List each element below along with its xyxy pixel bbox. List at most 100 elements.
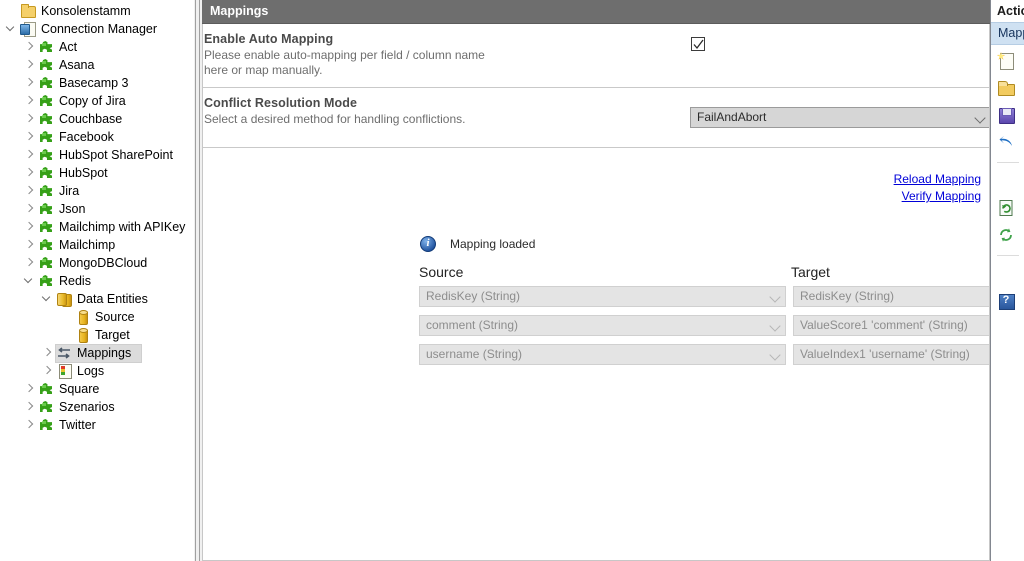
action-new-document[interactable]	[991, 48, 1024, 75]
chevron-right-icon[interactable]	[22, 56, 37, 74]
auto-mapping-description: Please enable auto-mapping per field / c…	[204, 48, 990, 78]
tree-item-redis[interactable]: Redis	[0, 272, 194, 290]
connector-plug-icon	[38, 183, 55, 199]
tree-item-content[interactable]: Logs	[55, 363, 115, 380]
tree-item-content[interactable]: Mappings	[55, 344, 142, 363]
tree-item-target[interactable]: Target	[0, 326, 194, 344]
tree-item-konsolenstamm[interactable]: Konsolenstamm	[0, 2, 194, 20]
action-reload-circular[interactable]	[991, 222, 1024, 249]
tree-expander-placeholder	[58, 326, 73, 344]
action-refresh-document[interactable]	[991, 195, 1024, 222]
chevron-right-icon[interactable]	[22, 92, 37, 110]
tree-item-hubspot-sharepoint[interactable]: HubSpot SharePoint	[0, 146, 194, 164]
tree-item-source[interactable]: Source	[0, 308, 194, 326]
chevron-right-icon[interactable]	[22, 164, 37, 182]
source-field-dropdown[interactable]: RedisKey (String)	[419, 286, 786, 307]
tree-item-content[interactable]: HubSpot	[37, 165, 119, 182]
tree-item-content[interactable]: Asana	[37, 57, 105, 74]
action-save-disk[interactable]	[991, 102, 1024, 129]
tree-item-content[interactable]: Copy of Jira	[37, 93, 137, 110]
tree-item-content[interactable]: Basecamp 3	[37, 75, 139, 92]
tree-item-copy-of-jira[interactable]: Copy of Jira	[0, 92, 194, 110]
chevron-right-icon[interactable]	[22, 182, 37, 200]
tree-item-mongodbcloud[interactable]: MongoDBCloud	[0, 254, 194, 272]
tree-item-content[interactable]: Json	[37, 201, 96, 218]
auto-mapping-title: Enable Auto Mapping	[204, 32, 990, 46]
action-help-question[interactable]	[991, 288, 1024, 315]
target-field-dropdown[interactable]: RedisKey (String)	[793, 286, 990, 307]
panel-splitter[interactable]	[194, 0, 202, 561]
chevron-right-icon[interactable]	[22, 236, 37, 254]
chevron-right-icon[interactable]	[22, 200, 37, 218]
section-conflict-resolution: Conflict Resolution Mode Select a desire…	[202, 88, 990, 148]
tree-item-content[interactable]: Mailchimp with APIKey	[37, 219, 194, 236]
tree-item-content[interactable]: Data Entities	[55, 291, 159, 308]
tree-item-content[interactable]: Source	[73, 309, 146, 326]
tree-item-connection-manager[interactable]: Connection Manager	[0, 20, 194, 38]
source-field-dropdown[interactable]: username (String)	[419, 344, 786, 365]
tree-item-label: Square	[59, 380, 105, 398]
tree-item-hubspot[interactable]: HubSpot	[0, 164, 194, 182]
chevron-right-icon[interactable]	[22, 380, 37, 398]
tree-indent	[0, 344, 40, 362]
tree-item-content[interactable]: Twitter	[37, 417, 107, 434]
tree-item-act[interactable]: Act	[0, 38, 194, 56]
chevron-down-icon[interactable]	[22, 272, 37, 290]
tree-item-asana[interactable]: Asana	[0, 56, 194, 74]
chevron-right-icon[interactable]	[22, 218, 37, 236]
tree-item-square[interactable]: Square	[0, 380, 194, 398]
tree-scroll-area[interactable]: KonsolenstammConnection ManagerActAsanaB…	[0, 0, 194, 434]
tree-item-content[interactable]: Mailchimp	[37, 237, 126, 254]
chevron-right-icon[interactable]	[22, 110, 37, 128]
target-field-dropdown[interactable]: ValueIndex1 'username' (String)	[793, 344, 990, 365]
tree-item-content[interactable]: MongoDBCloud	[37, 255, 158, 272]
chevron-right-icon[interactable]	[22, 398, 37, 416]
chevron-right-icon[interactable]	[22, 128, 37, 146]
tree-item-szenarios[interactable]: Szenarios	[0, 398, 194, 416]
tree-item-content[interactable]: Redis	[37, 273, 102, 290]
chevron-right-icon[interactable]	[22, 416, 37, 434]
tree-item-twitter[interactable]: Twitter	[0, 416, 194, 434]
page-title: Mappings	[202, 0, 990, 24]
tree-item-jira[interactable]: Jira	[0, 182, 194, 200]
tree-item-content[interactable]: Couchbase	[37, 111, 133, 128]
chevron-right-icon[interactable]	[22, 74, 37, 92]
verify-mapping-link[interactable]: Verify Mapping	[781, 189, 981, 203]
tree-item-content[interactable]: Act	[37, 39, 88, 56]
tree-item-logs[interactable]: Logs	[0, 362, 194, 380]
source-field-dropdown[interactable]: comment (String)	[419, 315, 786, 336]
tree-item-json[interactable]: Json	[0, 200, 194, 218]
tree-item-data-entities[interactable]: Data Entities	[0, 290, 194, 308]
target-field-dropdown[interactable]: ValueScore1 'comment' (String)	[793, 315, 990, 336]
chevron-right-icon[interactable]	[40, 344, 55, 362]
chevron-right-icon[interactable]	[22, 254, 37, 272]
tree-item-mappings[interactable]: Mappings	[0, 344, 194, 362]
tree-item-content[interactable]: Target	[73, 327, 141, 344]
tree-item-label: Redis	[59, 272, 97, 290]
tree-item-mailchimp[interactable]: Mailchimp	[0, 236, 194, 254]
tree-item-content[interactable]: Szenarios	[37, 399, 126, 416]
tree-item-facebook[interactable]: Facebook	[0, 128, 194, 146]
chevron-right-icon[interactable]	[40, 362, 55, 380]
actions-panel-title: Actions	[991, 0, 1024, 22]
tree-item-mailchimp-with-apikey[interactable]: Mailchimp with APIKey	[0, 218, 194, 236]
tree-item-couchbase[interactable]: Couchbase	[0, 110, 194, 128]
conflict-resolution-dropdown[interactable]: FailAndAbort	[690, 107, 990, 128]
tree-item-content[interactable]: Connection Manager	[19, 21, 168, 38]
tree-item-content[interactable]: Square	[37, 381, 110, 398]
tree-item-label: Logs	[77, 362, 110, 380]
chevron-down-icon[interactable]	[4, 20, 19, 38]
tree-item-content[interactable]: Konsolenstamm	[19, 3, 142, 20]
action-undo-arrow[interactable]	[991, 129, 1024, 156]
chevron-right-icon[interactable]	[22, 146, 37, 164]
action-open-folder[interactable]	[991, 75, 1024, 102]
tree-item-content[interactable]: Facebook	[37, 129, 125, 146]
tree-item-content[interactable]: HubSpot SharePoint	[37, 147, 184, 164]
chevron-down-icon[interactable]	[40, 290, 55, 308]
chevron-right-icon[interactable]	[22, 38, 37, 56]
chevron-down-icon	[769, 291, 780, 302]
reload-mapping-link[interactable]: Reload Mapping	[781, 172, 981, 186]
enable-auto-mapping-checkbox[interactable]	[691, 37, 705, 51]
tree-item-basecamp-3[interactable]: Basecamp 3	[0, 74, 194, 92]
tree-item-content[interactable]: Jira	[37, 183, 90, 200]
